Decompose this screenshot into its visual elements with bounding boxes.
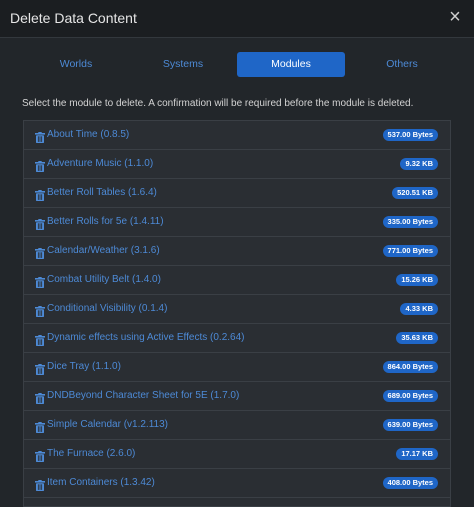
module-name[interactable]: The Furnace (2.6.0) xyxy=(47,448,135,459)
module-list: About Time (0.8.5) 537.00 Bytes Adventure … xyxy=(23,120,451,507)
trash-icon[interactable] xyxy=(35,478,45,491)
size-badge: 537.00 Bytes xyxy=(382,129,438,141)
tab-bar: Worlds Systems Modules Others xyxy=(22,52,458,78)
trash-icon[interactable] xyxy=(35,391,45,404)
trash-icon[interactable] xyxy=(35,275,45,288)
module-row[interactable]: Better Rolls for 5e (1.4.11) 335.00 Bytes xyxy=(24,208,450,237)
size-badge: 335.00 Bytes xyxy=(382,216,438,228)
trash-icon[interactable] xyxy=(35,159,45,172)
size-badge: 4.33 KB xyxy=(400,303,438,315)
close-icon[interactable]: × xyxy=(444,7,466,29)
module-name[interactable]: Item Containers (1.3.42) xyxy=(47,477,155,488)
instruction-text: Select the module to delete. A confirmat… xyxy=(22,98,414,109)
size-badge: 689.00 Bytes xyxy=(382,390,438,402)
trash-icon[interactable] xyxy=(35,188,45,201)
trash-icon[interactable] xyxy=(35,420,45,433)
size-badge: 15.26 KB xyxy=(396,274,438,286)
module-row[interactable]: Dice Tray (1.1.0) 864.00 Bytes xyxy=(24,353,450,382)
trash-icon[interactable] xyxy=(35,333,45,346)
module-name[interactable]: DNDBeyond Character Sheet for 5E (1.7.0) xyxy=(47,390,239,401)
dialog-title: Delete Data Content xyxy=(10,10,137,26)
trash-icon[interactable] xyxy=(35,304,45,317)
tab-systems[interactable]: Systems xyxy=(129,52,237,77)
module-row[interactable]: DNDBeyond Character Sheet for 5E (1.7.0)… xyxy=(24,382,450,411)
module-name[interactable]: Combat Utility Belt (1.4.0) xyxy=(47,274,161,285)
module-row[interactable]: About Time (0.8.5) 537.00 Bytes xyxy=(24,121,450,150)
size-badge: 35.63 KB xyxy=(396,332,438,344)
size-badge: 771.00 Bytes xyxy=(382,245,438,257)
tab-modules[interactable]: Modules xyxy=(237,52,345,77)
trash-icon[interactable] xyxy=(35,217,45,230)
module-row[interactable]: Simple Calendar (v1.2.113) 639.00 Bytes xyxy=(24,411,450,440)
size-badge: 864.00 Bytes xyxy=(382,361,438,373)
module-name[interactable]: About Time (0.8.5) xyxy=(47,129,129,140)
module-name[interactable]: Adventure Music (1.1.0) xyxy=(47,158,153,169)
module-row[interactable]: Combat Utility Belt (1.4.0) 15.26 KB xyxy=(24,266,450,295)
trash-icon[interactable] xyxy=(35,362,45,375)
size-badge: 408.00 Bytes xyxy=(382,477,438,489)
trash-icon[interactable] xyxy=(35,130,45,143)
module-row[interactable]: The Furnace (2.6.0) 17.17 KB xyxy=(24,440,450,469)
trash-icon[interactable] xyxy=(35,246,45,259)
module-name[interactable]: Simple Calendar (v1.2.113) xyxy=(47,419,168,430)
module-row[interactable]: Item Containers (1.3.42) 408.00 Bytes xyxy=(24,469,450,498)
delete-data-dialog: Delete Data Content × Worlds Systems Mod… xyxy=(0,0,474,507)
module-row[interactable]: Conditional Visibility (0.1.4) 4.33 KB xyxy=(24,295,450,324)
module-row[interactable]: Dynamic effects using Active Effects (0.… xyxy=(24,324,450,353)
module-name[interactable]: Conditional Visibility (0.1.4) xyxy=(47,303,167,314)
module-name[interactable]: Better Rolls for 5e (1.4.11) xyxy=(47,216,164,227)
module-name[interactable]: Dice Tray (1.1.0) xyxy=(47,361,121,372)
module-row[interactable]: Adventure Music (1.1.0) 9.32 KB xyxy=(24,150,450,179)
trash-icon[interactable] xyxy=(35,449,45,462)
size-badge: 17.17 KB xyxy=(396,448,438,460)
size-badge: 520.51 KB xyxy=(392,187,438,199)
dialog-titlebar[interactable]: Delete Data Content × xyxy=(0,0,474,38)
tab-worlds[interactable]: Worlds xyxy=(22,52,130,77)
module-name[interactable]: Better Roll Tables (1.6.4) xyxy=(47,187,157,198)
module-name[interactable]: Calendar/Weather (3.1.6) xyxy=(47,245,160,256)
size-badge: 9.32 KB xyxy=(400,158,438,170)
module-name[interactable]: Dynamic effects using Active Effects (0.… xyxy=(47,332,245,343)
size-badge: 639.00 Bytes xyxy=(382,419,438,431)
module-row[interactable]: Better Roll Tables (1.6.4) 520.51 KB xyxy=(24,179,450,208)
module-row[interactable]: Calendar/Weather (3.1.6) 771.00 Bytes xyxy=(24,237,450,266)
tab-others[interactable]: Others xyxy=(348,52,456,77)
